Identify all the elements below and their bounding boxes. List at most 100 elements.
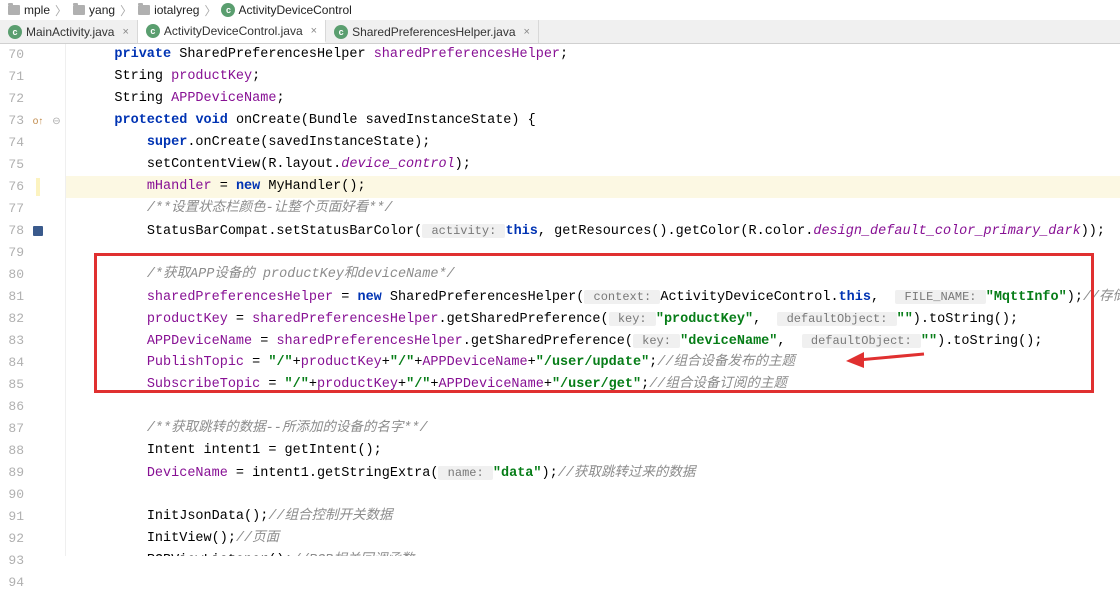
line-number: 89 (0, 462, 24, 484)
tab-mainactivity[interactable]: c MainActivity.java × (0, 20, 138, 43)
code-line: mHandler = new MyHandler(); (66, 176, 1120, 198)
code-line: String APPDeviceName; (66, 88, 1120, 110)
code-line: InitJsonData();//组合控制开关数据 (66, 506, 1120, 528)
code-line: PublishTopic = "/"+productKey+"/"+APPDev… (66, 352, 1120, 374)
code-editor[interactable]: 7071727374757677787980818283848586878889… (0, 44, 1120, 556)
fold-toggle[interactable] (48, 44, 65, 66)
fold-toggle[interactable] (48, 506, 65, 528)
fold-toggle[interactable] (48, 330, 65, 352)
tab-label: ActivityDeviceControl.java (164, 24, 303, 38)
code-line: super.onCreate(savedInstanceState); (66, 132, 1120, 154)
gutter-mark[interactable] (28, 330, 48, 352)
gutter-mark[interactable] (28, 572, 48, 594)
line-number-gutter: 7071727374757677787980818283848586878889… (0, 44, 28, 556)
close-icon[interactable]: × (122, 26, 128, 38)
code-line: /*获取APP设备的 productKey和deviceName*/ (66, 264, 1120, 286)
crumb-folder-mple[interactable]: mple (4, 3, 53, 17)
fold-toggle[interactable] (48, 154, 65, 176)
fold-toggle[interactable] (48, 352, 65, 374)
gutter-mark[interactable] (28, 550, 48, 572)
crumb-folder-iotalyreg[interactable]: iotalyreg (134, 3, 202, 17)
gutter-mark[interactable] (28, 352, 48, 374)
fold-toggle[interactable] (48, 418, 65, 440)
fold-toggle[interactable] (48, 198, 65, 220)
fold-toggle[interactable] (48, 220, 65, 242)
gutter-mark[interactable] (28, 44, 48, 66)
fold-gutter[interactable]: ⊖ (48, 44, 66, 556)
gutter-mark[interactable] (28, 286, 48, 308)
fold-toggle[interactable] (48, 286, 65, 308)
line-number: 81 (0, 286, 24, 308)
crumb-label: iotalyreg (154, 3, 199, 17)
code-line (66, 242, 1120, 264)
change-marker-icon (36, 178, 40, 196)
line-number: 74 (0, 132, 24, 154)
crumb-label: yang (89, 3, 115, 17)
fold-toggle[interactable] (48, 66, 65, 88)
tab-activitydevicecontrol[interactable]: c ActivityDeviceControl.java × (138, 20, 326, 43)
fold-toggle[interactable] (48, 88, 65, 110)
folder-icon (7, 3, 21, 17)
fold-toggle[interactable] (48, 308, 65, 330)
crumb-folder-yang[interactable]: yang (69, 3, 118, 17)
fold-toggle[interactable] (48, 550, 65, 572)
gutter-mark[interactable] (28, 484, 48, 506)
tab-sharedpreferenceshelper[interactable]: c SharedPreferencesHelper.java × (326, 20, 539, 43)
fold-toggle[interactable] (48, 264, 65, 286)
tab-label: MainActivity.java (26, 25, 114, 39)
crumb-label: mple (24, 3, 50, 17)
crumb-class-activitydevicecontrol[interactable]: cActivityDeviceControl (218, 3, 354, 17)
fold-toggle[interactable] (48, 176, 65, 198)
line-number: 73 (0, 110, 24, 132)
fold-toggle[interactable] (48, 462, 65, 484)
fold-toggle[interactable]: ⊖ (48, 110, 65, 132)
code-line: DeviceName = intent1.getStringExtra( nam… (66, 462, 1120, 484)
marker-gutter[interactable]: o↑ (28, 44, 48, 556)
gutter-mark[interactable] (28, 528, 48, 550)
gutter-mark[interactable] (28, 242, 48, 264)
line-number: 70 (0, 44, 24, 66)
close-icon[interactable]: × (311, 25, 317, 37)
code-line: StatusBarCompat.setStatusBarColor( activ… (66, 220, 1120, 242)
gutter-mark[interactable] (28, 506, 48, 528)
line-number: 76 (0, 176, 24, 198)
fold-toggle[interactable] (48, 396, 65, 418)
gutter-mark[interactable] (28, 462, 48, 484)
gutter-mark[interactable] (28, 132, 48, 154)
gutter-mark[interactable] (28, 440, 48, 462)
line-number: 78 (0, 220, 24, 242)
gutter-mark[interactable] (28, 220, 48, 242)
tab-label: SharedPreferencesHelper.java (352, 25, 515, 39)
fold-toggle[interactable] (48, 242, 65, 264)
gutter-mark[interactable] (28, 396, 48, 418)
fold-toggle[interactable] (48, 374, 65, 396)
gutter-mark[interactable] (28, 264, 48, 286)
code-line (66, 484, 1120, 506)
close-icon[interactable]: × (524, 26, 530, 38)
code-area[interactable]: private SharedPreferencesHelper sharedPr… (66, 44, 1120, 556)
line-number: 84 (0, 352, 24, 374)
fold-toggle[interactable] (48, 528, 65, 550)
gutter-mark[interactable]: o↑ (28, 110, 48, 132)
code-line: SubscribeTopic = "/"+productKey+"/"+APPD… (66, 374, 1120, 396)
line-number: 83 (0, 330, 24, 352)
line-number: 92 (0, 528, 24, 550)
gutter-mark[interactable] (28, 418, 48, 440)
gutter-mark[interactable] (28, 198, 48, 220)
gutter-mark[interactable] (28, 88, 48, 110)
fold-toggle[interactable] (48, 484, 65, 506)
gutter-mark[interactable] (28, 154, 48, 176)
fold-toggle[interactable] (48, 440, 65, 462)
fold-toggle[interactable] (48, 132, 65, 154)
crumb-separator: 〉 (55, 2, 67, 19)
class-icon: c (221, 3, 235, 17)
gutter-mark[interactable] (28, 308, 48, 330)
gutter-mark[interactable] (28, 374, 48, 396)
gutter-mark[interactable] (28, 66, 48, 88)
code-line: protected void onCreate(Bundle savedInst… (66, 110, 1120, 132)
code-line: /**获取跳转的数据--所添加的设备的名字**/ (66, 418, 1120, 440)
gutter-mark[interactable] (28, 176, 48, 198)
class-icon: c (146, 24, 160, 38)
fold-toggle[interactable] (48, 572, 65, 594)
line-number: 88 (0, 440, 24, 462)
